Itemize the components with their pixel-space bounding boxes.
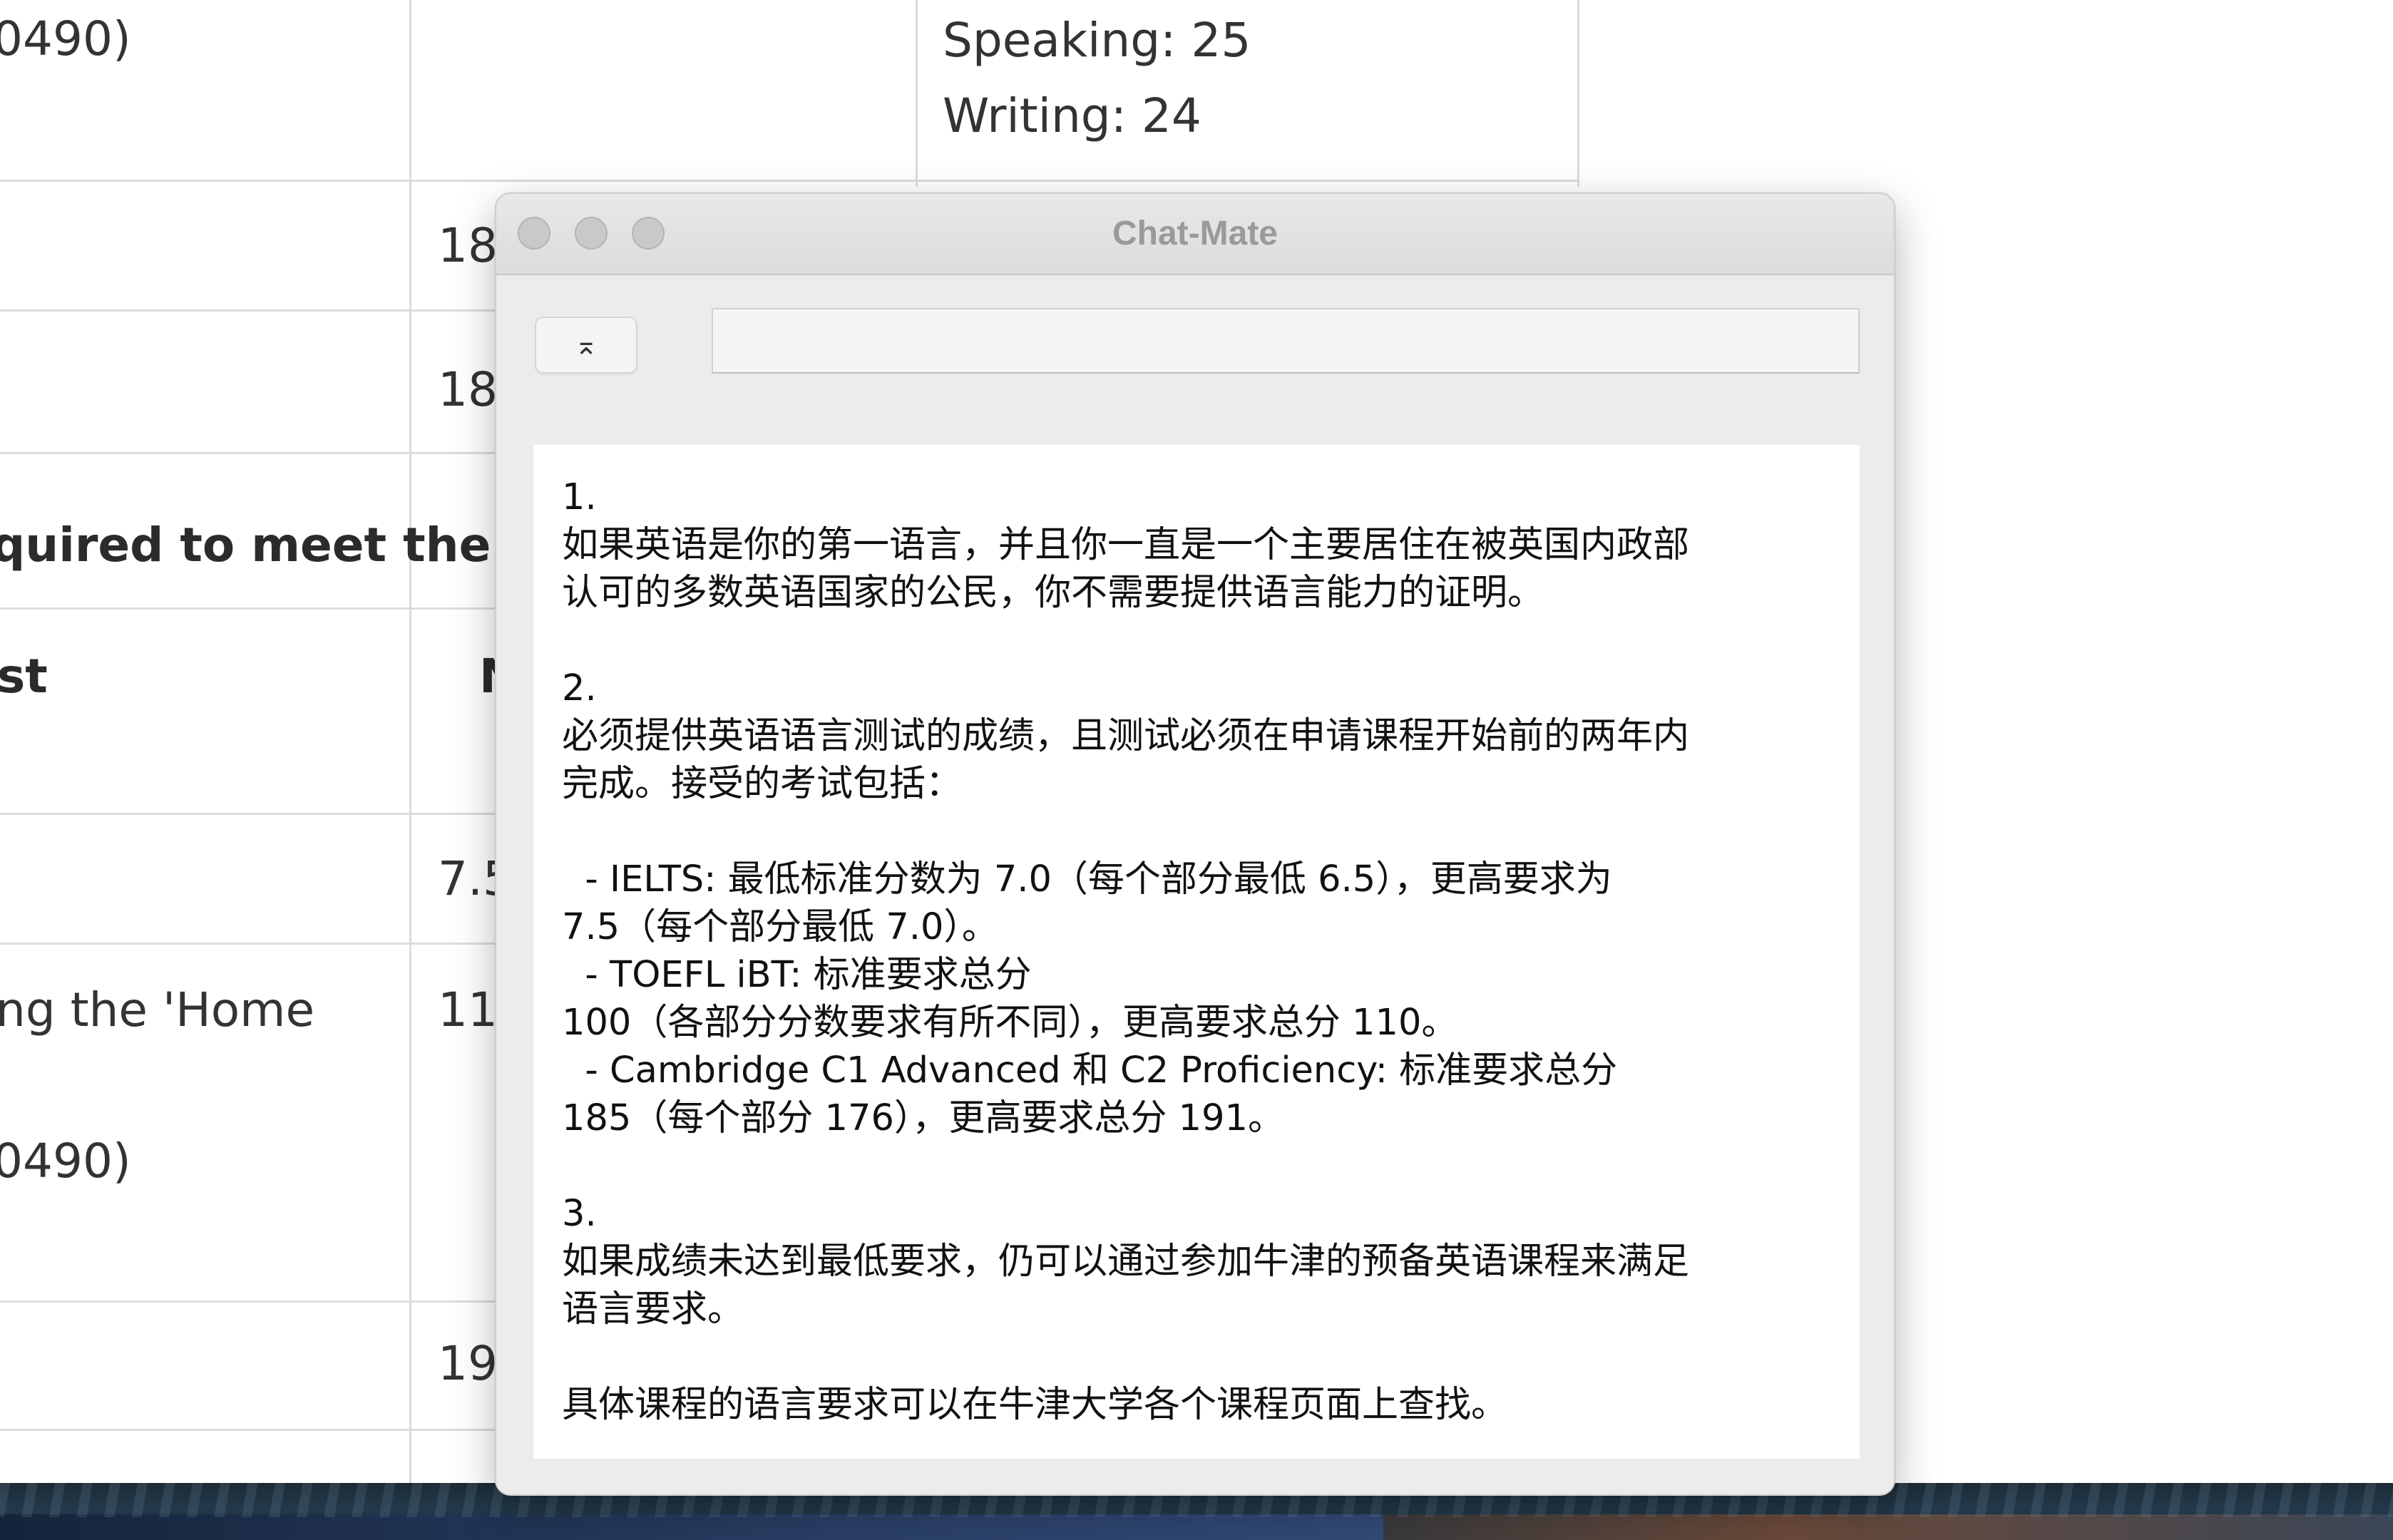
send-button[interactable]: ⌅ [535, 317, 637, 374]
wallpaper-band [0, 1514, 1383, 1540]
table-col-divider [916, 0, 918, 187]
response-line: 185（每个部分 176），更高要求总分 191。 [562, 1097, 1284, 1139]
response-line: - TOEFL iBT: 标准要求总分 [562, 954, 1032, 996]
table-col-divider [409, 0, 411, 1483]
table-cell-text: 0490) [0, 11, 131, 66]
response-line: 必须提供英语语言测试的成绩，且测试必须在申请课程开始前的两年内 [562, 715, 1690, 757]
response-line [562, 1142, 1831, 1190]
send-icon: ⌅ [574, 329, 598, 361]
table-cell-text: 0490) [0, 1134, 131, 1189]
table-cell-text: 11 [438, 982, 498, 1037]
response-line [562, 808, 1831, 856]
table-cell-text: Writing: 24 [943, 88, 1201, 143]
table-row-divider [0, 943, 499, 945]
response-line: - IELTS: 最低标准分数为 7.0（每个部分最低 6.5），更高要求为 [562, 858, 1612, 900]
table-row-divider [0, 452, 499, 454]
response-line: 100（各部分分数要求有所不同），更高要求总分 110。 [562, 1002, 1458, 1044]
wallpaper-band [1383, 1514, 2393, 1540]
response-line: 如果英语是你的第一语言，并且你一直是一个主要居住在被英国内政部 [562, 524, 1690, 566]
table-row-divider [0, 813, 499, 815]
response-line: 2. [562, 667, 597, 709]
table-cell-text: Speaking: 25 [943, 13, 1251, 68]
table-cell-text: 19 [438, 1336, 498, 1391]
response-line: 1. [562, 476, 597, 518]
response-line: 7.5（每个部分最低 7.0）。 [562, 906, 998, 948]
chat-mate-window: Chat-Mate ⌅ 1. 如果英语是你的第一语言，并且你一直是一个主要居住在被… [495, 192, 1895, 1496]
response-line [562, 617, 1831, 664]
prompt-input[interactable] [712, 308, 1860, 374]
table-row-divider [0, 1429, 499, 1431]
response-line: 语言要求。 [562, 1288, 744, 1330]
table-cell-text: 18 [438, 218, 498, 273]
response-line: 具体课程的语言要求可以在牛津大学各个课程页面上查找。 [562, 1384, 1508, 1426]
response-line [562, 1333, 1831, 1381]
window-titlebar[interactable]: Chat-Mate [496, 194, 1894, 275]
table-row-divider [0, 180, 1579, 182]
table-row-divider [0, 1300, 499, 1303]
table-cell-text: ng the 'Home [0, 982, 315, 1037]
table-cell-text: 18 [438, 362, 498, 417]
table-row-divider [0, 607, 499, 610]
response-line: - Cambridge C1 Advanced 和 C2 Proficiency… [562, 1049, 1618, 1092]
table-header-cell: st [0, 649, 48, 704]
window-title: Chat-Mate [1112, 215, 1278, 252]
response-text-area[interactable]: 1. 如果英语是你的第一语言，并且你一直是一个主要居住在被英国内政部 认可的多数英语… [533, 445, 1860, 1459]
response-line: 完成。接受的考试包括： [562, 763, 963, 805]
response-line: 3. [562, 1193, 597, 1235]
table-col-divider [1577, 0, 1579, 187]
response-line: 如果成绩未达到最低要求，仍可以通过参加牛津的预备英语课程来满足 [562, 1241, 1690, 1283]
response-line: 认可的多数英语国家的公民，你不需要提供语言能力的证明。 [562, 572, 1544, 614]
table-row-divider [0, 309, 499, 312]
